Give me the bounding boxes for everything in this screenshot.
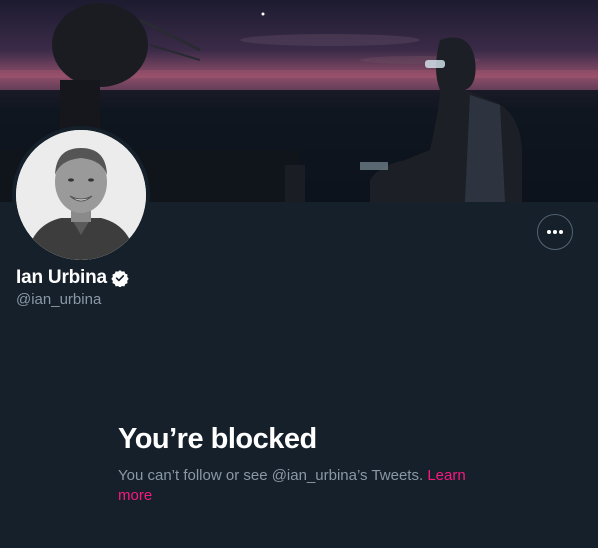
more-options-button[interactable] <box>537 214 573 250</box>
profile-page: Ian Urbina @ian_urbina You’re blocked Yo… <box>0 0 598 548</box>
avatar-photo <box>16 130 146 260</box>
profile-avatar[interactable] <box>12 126 150 264</box>
blocked-message: You can’t follow or see @ian_urbina’s Tw… <box>118 466 478 506</box>
more-options-icon <box>547 230 563 234</box>
verified-badge-icon[interactable] <box>111 269 129 287</box>
profile-handle: @ian_urbina <box>16 291 102 308</box>
profile-name-row: Ian Urbina <box>16 267 129 289</box>
blocked-title: You’re blocked <box>118 423 317 455</box>
blocked-message-text: You can’t follow or see @ian_urbina’s Tw… <box>118 467 428 484</box>
profile-display-name: Ian Urbina <box>16 267 107 288</box>
